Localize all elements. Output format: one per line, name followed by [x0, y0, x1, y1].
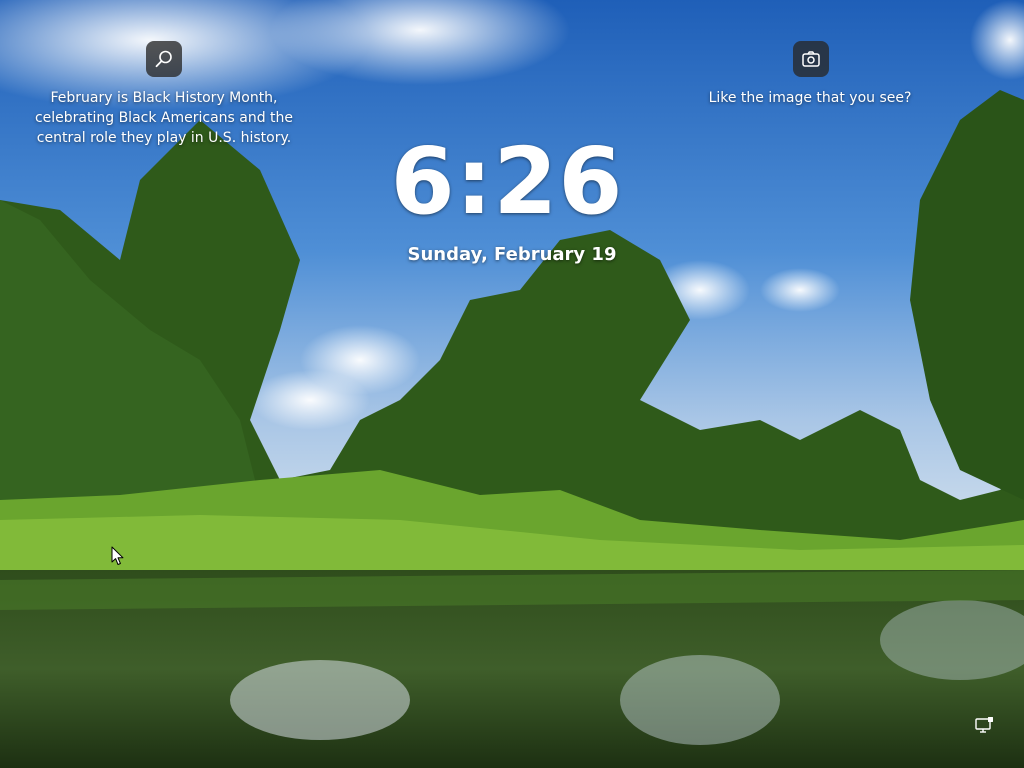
lock-screen[interactable]: February is Black History Month, celebra…: [0, 0, 1024, 768]
search-button[interactable]: [146, 41, 182, 77]
lock-screen-time: 6:26: [390, 128, 624, 235]
lock-screen-date: Sunday, February 19: [407, 244, 617, 265]
network-icon[interactable]: [974, 716, 994, 736]
mouse-cursor-icon: [111, 546, 124, 565]
camera-button[interactable]: [793, 41, 829, 77]
search-icon: [155, 50, 172, 68]
like-image-text[interactable]: Like the image that you see?: [690, 88, 930, 108]
camera-icon: [802, 51, 820, 67]
